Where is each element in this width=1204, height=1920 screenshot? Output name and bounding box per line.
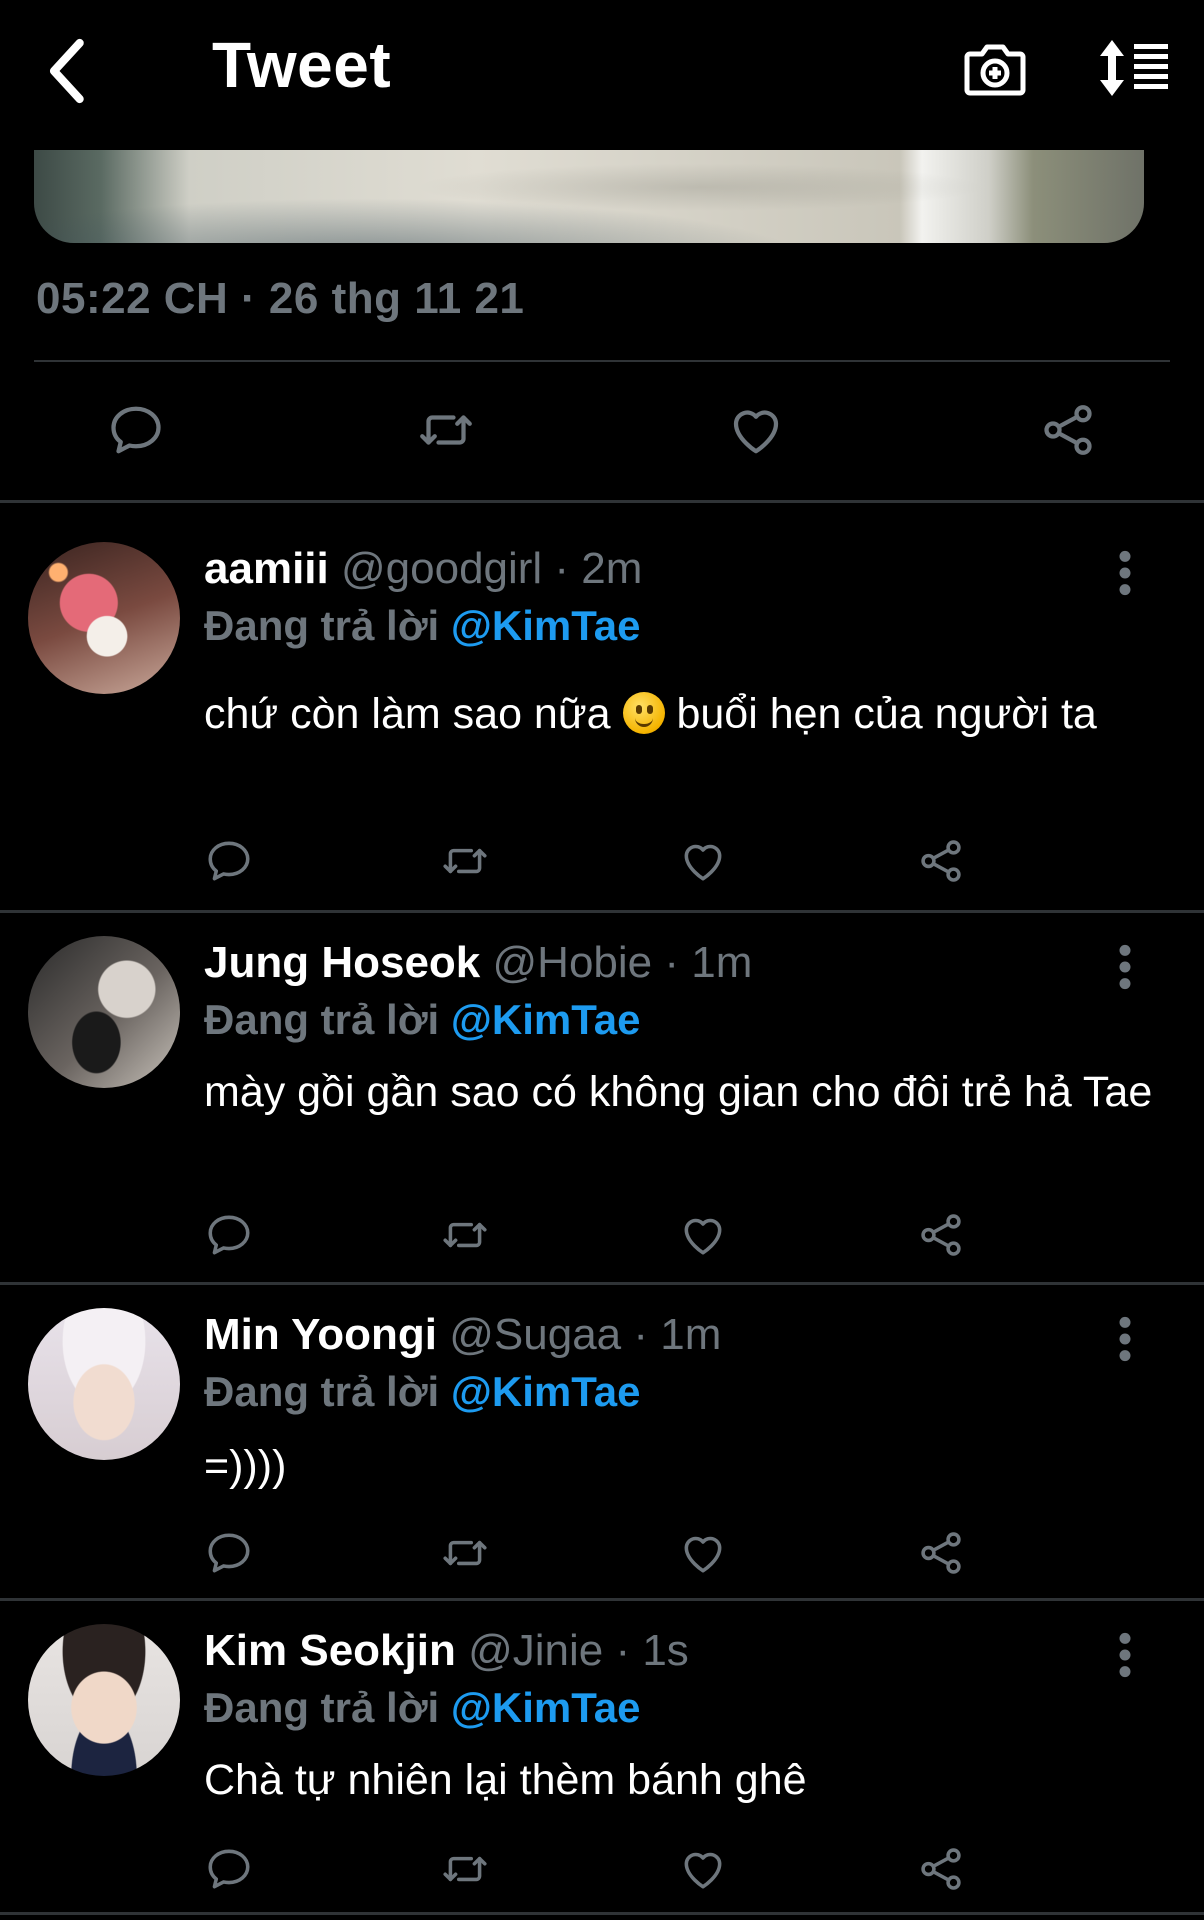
retweet-icon[interactable]: [440, 1528, 490, 1578]
heart-icon[interactable]: [726, 400, 786, 460]
handle: @Hobie · 1m: [492, 938, 753, 987]
display-name[interactable]: aamiii: [204, 544, 329, 593]
reply-icon[interactable]: [204, 1844, 254, 1894]
chevron-left-icon[interactable]: [38, 36, 98, 106]
reply-text: mày gồi gần sao có không gian cho đôi tr…: [204, 1068, 1153, 1116]
reply-icon[interactable]: [204, 1528, 254, 1578]
replying-prefix: Đang trả lời: [204, 1368, 440, 1415]
reply-text: Chà tự nhiên lại thèm bánh ghê: [204, 1756, 807, 1804]
share-icon[interactable]: [916, 1844, 966, 1894]
divider: [0, 500, 1204, 503]
slightly-smiling-face-icon: [622, 692, 665, 734]
retweet-icon[interactable]: [440, 1844, 490, 1894]
page-title: Tweet: [212, 29, 392, 101]
reply-header: Min Yoongi @Sugaa · 1m: [204, 1310, 721, 1360]
reply-text: =)))): [204, 1442, 287, 1490]
replying-to: Đang trả lời @KimTae: [204, 996, 640, 1044]
tweet-action-bar: [0, 400, 1204, 460]
display-name[interactable]: Kim Seokjin: [204, 1626, 456, 1675]
divider: [0, 910, 1204, 913]
replying-prefix: Đang trả lời: [204, 1684, 440, 1731]
share-icon[interactable]: [1038, 400, 1098, 460]
divider: [0, 1912, 1204, 1915]
heart-icon[interactable]: [678, 1844, 728, 1894]
camera-plus-icon[interactable]: [962, 36, 1028, 102]
mention-link[interactable]: @KimTae: [451, 1368, 641, 1415]
tweet-image[interactable]: [34, 150, 1144, 243]
divider: [34, 360, 1170, 362]
handle: @Jinie · 1s: [468, 1626, 689, 1675]
share-icon[interactable]: [916, 1528, 966, 1578]
more-icon[interactable]: [1110, 1314, 1140, 1364]
top-bar: Tweet: [0, 0, 1204, 140]
tweet-timestamp: 05:22 CH · 26 thg 11 21: [36, 274, 525, 323]
retweet-icon[interactable]: [440, 836, 490, 886]
divider: [0, 1282, 1204, 1285]
reply-action-bar: [0, 1210, 1204, 1258]
handle: @goodgirl · 2m: [340, 544, 643, 593]
replying-prefix: Đang trả lời: [204, 996, 440, 1043]
divider: [0, 1598, 1204, 1601]
avatar[interactable]: [28, 542, 180, 694]
reply-text: chứ còn làm sao nữa buổi hẹn của người t…: [204, 686, 1154, 742]
reply-header: Jung Hoseok @Hobie · 1m: [204, 938, 752, 988]
more-icon[interactable]: [1110, 548, 1140, 598]
heart-icon[interactable]: [678, 1528, 728, 1578]
reply-text-part: buổi hẹn của người ta: [664, 690, 1097, 738]
display-name[interactable]: Jung Hoseok: [204, 938, 480, 987]
avatar[interactable]: [28, 1624, 180, 1776]
retweet-icon[interactable]: [440, 1210, 490, 1260]
mention-link[interactable]: @KimTae: [451, 996, 641, 1043]
reply-header: aamiii @goodgirl · 2m: [204, 544, 642, 594]
reply-header: Kim Seokjin @Jinie · 1s: [204, 1626, 689, 1676]
share-icon[interactable]: [916, 836, 966, 886]
replying-to: Đang trả lời @KimTae: [204, 1684, 640, 1732]
reply-action-bar: [0, 1844, 1204, 1892]
replying-to: Đang trả lời @KimTae: [204, 1368, 640, 1416]
mention-link[interactable]: @KimTae: [451, 602, 641, 649]
display-name[interactable]: Min Yoongi: [204, 1310, 437, 1359]
reply-action-bar: [0, 1528, 1204, 1576]
share-icon[interactable]: [916, 1210, 966, 1260]
sort-list-icon[interactable]: [1096, 38, 1172, 98]
handle: @Sugaa · 1m: [449, 1310, 722, 1359]
mention-link[interactable]: @KimTae: [451, 1684, 641, 1731]
replying-to: Đang trả lời @KimTae: [204, 602, 640, 650]
reply-action-bar: [0, 836, 1204, 884]
more-icon[interactable]: [1110, 1630, 1140, 1680]
heart-icon[interactable]: [678, 836, 728, 886]
retweet-icon[interactable]: [416, 400, 476, 460]
reply-icon[interactable]: [106, 400, 166, 460]
heart-icon[interactable]: [678, 1210, 728, 1260]
avatar[interactable]: [28, 936, 180, 1088]
avatar[interactable]: [28, 1308, 180, 1460]
replying-prefix: Đang trả lời: [204, 602, 440, 649]
more-icon[interactable]: [1110, 942, 1140, 992]
reply-icon[interactable]: [204, 836, 254, 886]
reply-icon[interactable]: [204, 1210, 254, 1260]
reply-text-part: chứ còn làm sao nữa: [204, 690, 623, 738]
